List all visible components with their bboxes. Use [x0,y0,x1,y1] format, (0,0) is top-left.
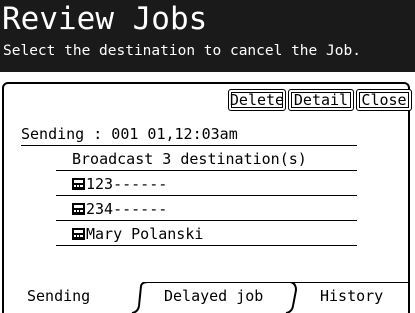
broadcast-row[interactable]: Broadcast 3 destination(s) [72,149,307,169]
destination-item[interactable]: Mary Polanski [72,224,203,244]
destination-item[interactable]: 234------ [72,199,167,219]
divider [56,245,357,246]
fax-icon [72,178,85,190]
page-title: Review Jobs [2,1,208,37]
detail-button[interactable]: Detail [288,89,354,111]
job-panel [2,82,410,310]
destination-label: 123------ [86,175,168,193]
job-summary[interactable]: Sending : 001 01,12:03am [21,124,238,144]
page-subtitle: Select the destination to cancel the Job… [3,43,361,59]
fax-icon [72,228,85,240]
destination-label: Mary Polanski [86,225,204,243]
fax-icon [72,203,85,215]
tab-bar: Sending Delayed job History [0,282,415,313]
divider [21,145,357,146]
delete-button[interactable]: Delete [228,89,286,111]
divider [56,195,357,196]
tab-sending[interactable]: Sending [27,286,90,306]
tab-history[interactable]: History [320,286,383,306]
tab-delayed-job[interactable]: Delayed job [164,286,263,306]
divider [56,220,357,221]
close-button[interactable]: Close [356,89,412,111]
destination-label: 234------ [86,200,168,218]
divider [56,170,357,171]
header-bar: Review Jobs Select the destination to ca… [0,0,415,72]
destination-item[interactable]: 123------ [72,174,167,194]
